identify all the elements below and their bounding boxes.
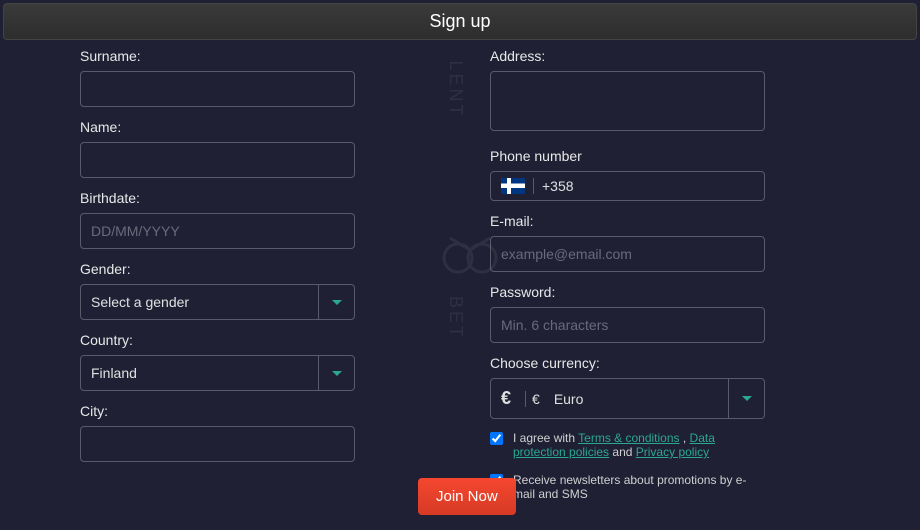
gender-select[interactable]: Select a gender xyxy=(80,284,355,320)
agree-checkbox[interactable] xyxy=(490,432,503,445)
currency-select[interactable]: € € Euro xyxy=(490,378,765,419)
address-label: Address: xyxy=(490,48,765,64)
city-label: City: xyxy=(80,403,355,419)
chevron-down-icon xyxy=(332,371,342,376)
newsletter-text: Receive newsletters about promotions by … xyxy=(513,473,765,501)
terms-link[interactable]: Terms & conditions xyxy=(578,431,679,445)
gender-dropdown-button[interactable] xyxy=(318,285,354,319)
birthdate-input[interactable] xyxy=(80,213,355,249)
chevron-down-icon xyxy=(742,396,752,401)
name-input[interactable] xyxy=(80,142,355,178)
address-input[interactable] xyxy=(490,71,765,131)
gender-selected-value: Select a gender xyxy=(81,285,318,319)
birthdate-label: Birthdate: xyxy=(80,190,355,206)
password-label: Password: xyxy=(490,284,765,300)
surname-label: Surname: xyxy=(80,48,355,64)
privacy-link[interactable]: Privacy policy xyxy=(636,445,709,459)
page-title: Sign up xyxy=(429,11,490,31)
phone-label: Phone number xyxy=(490,148,765,164)
agree-text: I agree with Terms & conditions , Data p… xyxy=(513,431,765,459)
country-dropdown-button[interactable] xyxy=(318,356,354,390)
currency-symbol: € xyxy=(501,388,517,409)
page-title-bar: Sign up xyxy=(3,3,917,40)
join-now-button[interactable]: Join Now xyxy=(418,478,516,515)
phone-prefix: +358 xyxy=(533,178,574,194)
finland-flag-icon xyxy=(501,178,525,194)
chevron-down-icon xyxy=(332,300,342,305)
currency-name: Euro xyxy=(554,391,584,407)
currency-label: Choose currency: xyxy=(490,355,765,371)
email-input[interactable] xyxy=(490,236,765,272)
gender-label: Gender: xyxy=(80,261,355,277)
country-label: Country: xyxy=(80,332,355,348)
currency-dropdown-button[interactable] xyxy=(728,379,764,418)
password-input[interactable] xyxy=(490,307,765,343)
currency-code: € xyxy=(525,391,546,407)
phone-input-group[interactable]: +358 xyxy=(490,171,765,201)
name-label: Name: xyxy=(80,119,355,135)
city-input[interactable] xyxy=(80,426,355,462)
surname-input[interactable] xyxy=(80,71,355,107)
country-select[interactable]: Finland xyxy=(80,355,355,391)
email-label: E-mail: xyxy=(490,213,765,229)
country-selected-value: Finland xyxy=(81,356,318,390)
